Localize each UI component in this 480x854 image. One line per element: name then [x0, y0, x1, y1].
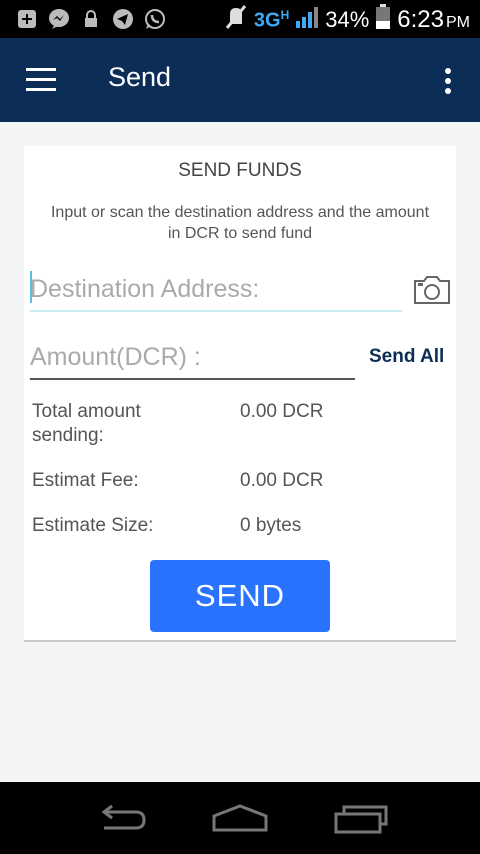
hamburger-menu-icon[interactable]	[26, 68, 58, 92]
text-cursor	[30, 271, 32, 303]
send-funds-card: SEND FUNDS Input or scan the destination…	[24, 146, 456, 642]
amount-input[interactable]	[30, 336, 355, 380]
status-right: 3GH 34% 6:23 PM	[224, 4, 470, 36]
status-bar: 3GH 34% 6:23 PM	[0, 0, 480, 38]
estimate-fee-value: 0.00 DCR	[240, 470, 324, 491]
battery-percent: 34%	[325, 7, 370, 32]
content-area: SEND FUNDS Input or scan the destination…	[0, 122, 480, 782]
mute-icon	[224, 4, 248, 36]
send-button[interactable]: SEND	[150, 560, 330, 632]
estimate-size-value: 0 bytes	[240, 515, 302, 536]
clock-ampm: PM	[446, 14, 470, 31]
card-title: SEND FUNDS	[178, 160, 302, 181]
clock: 6:23 PM	[397, 6, 470, 33]
whatsapp-icon	[144, 8, 166, 30]
estimate-size-label: Estimate Size:	[32, 515, 154, 536]
total-amount-label: Total amount sending:	[32, 401, 141, 446]
network-sub: H	[280, 7, 290, 22]
camera-icon[interactable]	[412, 274, 452, 306]
network-type: 3GH	[253, 7, 290, 32]
system-nav-bar	[0, 782, 480, 854]
app-bar: Send	[0, 38, 480, 122]
estimate-fee-label: Estimat Fee:	[32, 470, 139, 491]
messenger-icon	[48, 8, 70, 30]
back-icon[interactable]	[90, 802, 150, 836]
more-vert-icon[interactable]	[442, 66, 454, 96]
plus-box-icon	[16, 8, 38, 30]
lock-icon	[80, 8, 102, 30]
battery-icon	[375, 4, 391, 36]
total-amount-value: 0.00 DCR	[240, 401, 324, 422]
send-all-button[interactable]: Send All	[369, 346, 444, 368]
telegram-icon	[112, 8, 134, 30]
page-title: Send	[108, 62, 172, 92]
card-description: Input or scan the destination address an…	[50, 204, 430, 242]
home-icon[interactable]	[210, 802, 270, 836]
notification-icons	[16, 8, 166, 30]
recents-icon[interactable]	[332, 802, 392, 836]
signal-icon	[295, 5, 319, 35]
destination-address-input[interactable]	[30, 268, 402, 312]
